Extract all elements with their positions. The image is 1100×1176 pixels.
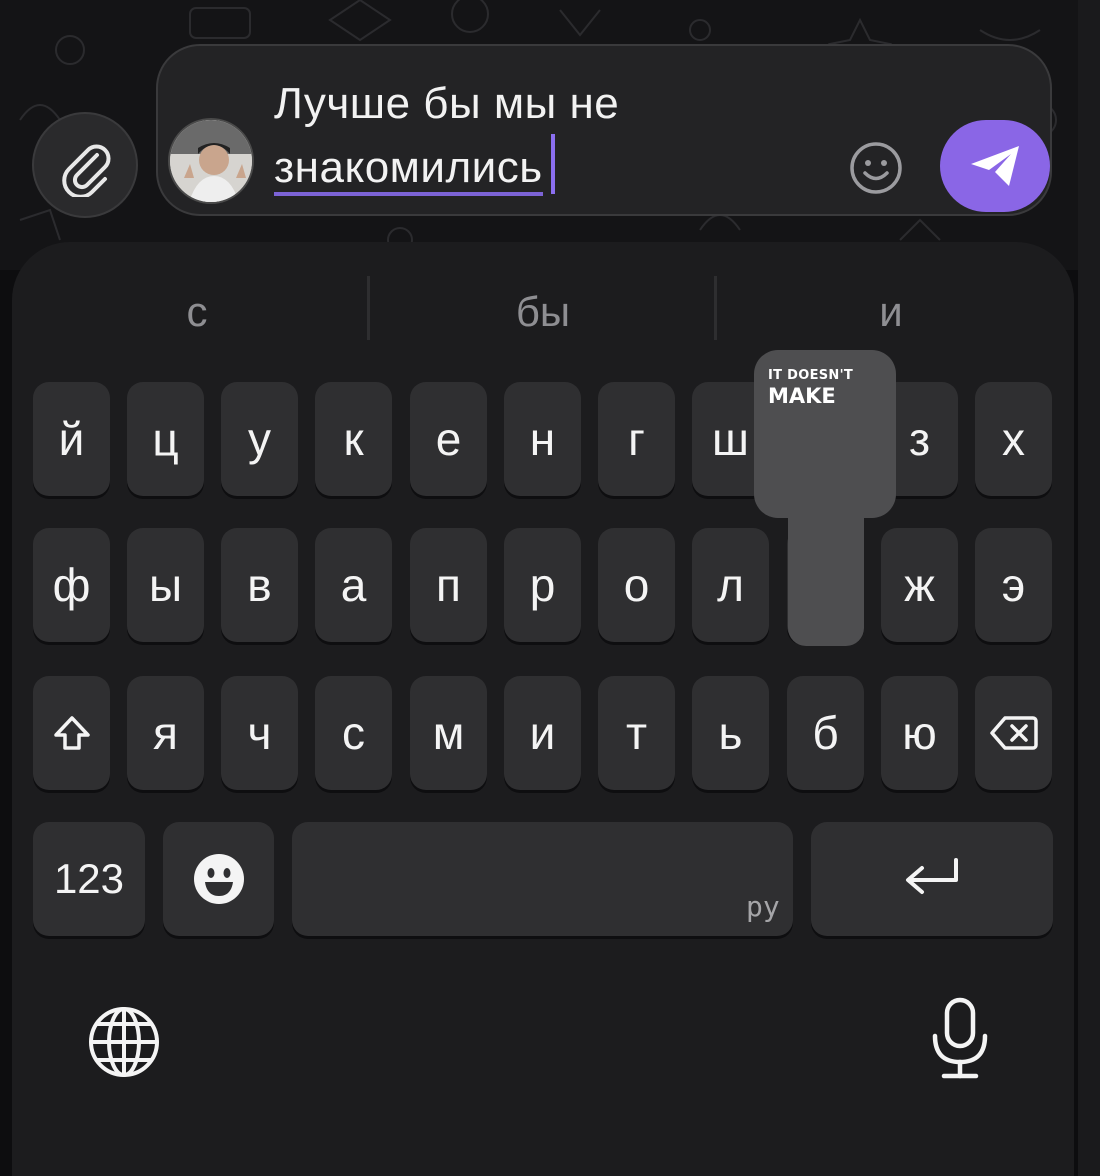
numbers-key[interactable]: 123: [33, 822, 145, 936]
key-п[interactable]: п: [410, 528, 487, 642]
key-ж[interactable]: ж: [881, 528, 958, 642]
microphone-icon[interactable]: [928, 996, 992, 1082]
emoji-key[interactable]: [163, 822, 274, 936]
popup-caption: IT DOESN'T MAKE: [768, 368, 853, 408]
message-line-2: знакомились: [274, 144, 543, 196]
avatar[interactable]: [168, 118, 254, 204]
key-л[interactable]: л: [692, 528, 769, 642]
suggestion-divider: [714, 276, 717, 340]
key-ы[interactable]: ы: [127, 528, 204, 642]
key-ф[interactable]: ф: [33, 528, 110, 642]
language-label: ру: [746, 890, 780, 923]
return-key[interactable]: [811, 822, 1053, 936]
shift-icon: [53, 716, 90, 750]
key-к[interactable]: к: [315, 382, 392, 496]
key-т[interactable]: т: [598, 676, 675, 790]
key-ю[interactable]: ю: [881, 676, 958, 790]
key-г[interactable]: г: [598, 382, 675, 496]
suggestion-3[interactable]: и: [726, 285, 1056, 339]
message-composer[interactable]: Лучше бы мы не знакомились: [156, 44, 1052, 216]
key-а[interactable]: а: [315, 528, 392, 642]
paper-plane-icon: [971, 146, 1019, 186]
globe-icon[interactable]: [86, 1004, 162, 1080]
key-б[interactable]: б: [787, 676, 864, 790]
key-м[interactable]: м: [410, 676, 487, 790]
paperclip-icon: [62, 144, 111, 197]
shift-key[interactable]: [33, 676, 110, 790]
key-й[interactable]: й: [33, 382, 110, 496]
text-caret: [550, 134, 555, 194]
key-и[interactable]: и: [504, 676, 581, 790]
key-е[interactable]: е: [410, 382, 487, 496]
return-icon: [906, 858, 958, 894]
key-press-popup-stem: [788, 500, 864, 646]
key-э[interactable]: э: [975, 528, 1052, 642]
attach-button[interactable]: [32, 112, 138, 218]
key-н[interactable]: н: [504, 382, 581, 496]
key-х[interactable]: х: [975, 382, 1052, 496]
key-о[interactable]: о: [598, 528, 675, 642]
key-ь[interactable]: ь: [692, 676, 769, 790]
backspace-key[interactable]: [975, 676, 1052, 790]
screen-edge: [1078, 0, 1100, 1176]
key-ч[interactable]: ч: [221, 676, 298, 790]
key-я[interactable]: я: [127, 676, 204, 790]
message-line-1: Лучше бы мы не: [274, 79, 620, 128]
message-text[interactable]: Лучше бы мы не знакомились: [274, 74, 794, 198]
backspace-icon: [989, 716, 1038, 750]
key-ц[interactable]: ц: [127, 382, 204, 496]
space-bar[interactable]: [292, 822, 793, 936]
send-button[interactable]: [940, 120, 1050, 212]
suggestion-2[interactable]: бы: [378, 285, 708, 339]
key-в[interactable]: в: [221, 528, 298, 642]
suggestion-divider: [367, 276, 370, 340]
popup-caption-line-1: IT DOESN'T: [768, 368, 854, 383]
popup-caption-line-2: MAKE: [768, 384, 836, 408]
key-р[interactable]: р: [504, 528, 581, 642]
suggestion-1[interactable]: с: [32, 285, 362, 339]
emoji-face-icon: [193, 854, 244, 904]
key-с[interactable]: с: [315, 676, 392, 790]
smiley-icon[interactable]: [848, 140, 904, 196]
key-у[interactable]: у: [221, 382, 298, 496]
